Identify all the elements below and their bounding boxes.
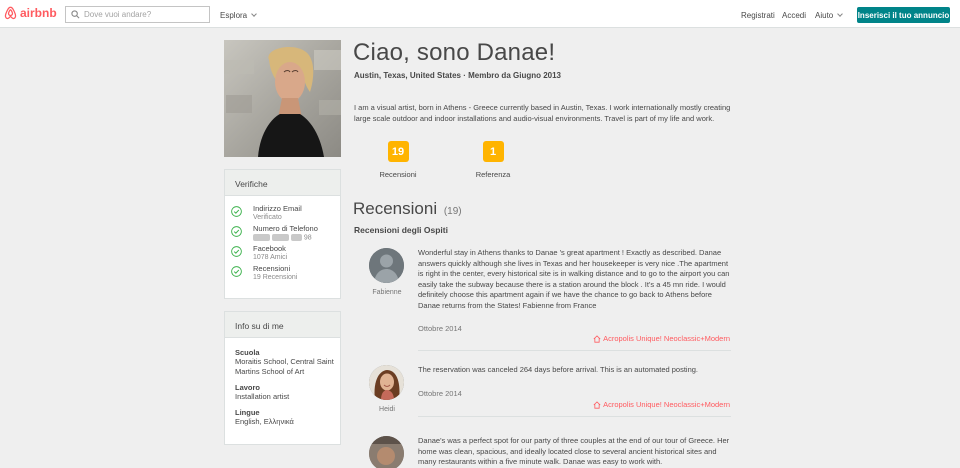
reviews-heading-text: Recensioni: [353, 199, 438, 218]
languages-value: English, Ελληνικά: [235, 417, 294, 426]
check-circle-icon: [231, 246, 242, 257]
review-text: The reservation was canceled 264 days be…: [418, 365, 699, 374]
redacted-digits: [253, 234, 270, 241]
languages-label: Lingue: [235, 408, 260, 417]
search-box[interactable]: [65, 6, 210, 23]
reviewer-name[interactable]: Heidi: [360, 406, 414, 413]
review-listing-link[interactable]: Acropolis Unique! Neoclassic+Modern: [593, 400, 730, 409]
explore-menu[interactable]: Esplora: [220, 11, 257, 20]
verification-email-status: Verificato: [253, 214, 282, 221]
review-listing-name: Acropolis Unique! Neoclassic+Modern: [603, 334, 730, 343]
review-text: Wonderful stay in Athens thanks to Danae…: [418, 248, 730, 310]
search-icon: [71, 10, 80, 19]
school-value: Moraitis School, Central Saint Martins S…: [235, 357, 334, 376]
check-circle-icon: [231, 226, 242, 237]
profile-photo-image: [224, 40, 341, 157]
verification-reviews-title: Recensioni: [253, 264, 291, 273]
about-me-title: Info su di me: [225, 312, 340, 338]
reviews-heading: Recensioni (19): [353, 199, 462, 219]
verifications-title: Verifiche: [225, 170, 340, 196]
references-stat-label: Referenza: [475, 170, 511, 179]
reviews-stat-label: Recensioni: [379, 170, 417, 179]
redacted-digits: [271, 234, 289, 241]
review-divider: [418, 350, 731, 351]
reviewer-avatar[interactable]: [369, 248, 404, 283]
verification-phone: Numero di Telefono 98: [231, 224, 340, 244]
review-divider: [418, 416, 731, 417]
signup-link[interactable]: Registrati: [741, 11, 775, 20]
profile-about: I am a visual artist, born in Athens - G…: [354, 103, 731, 123]
about-me-panel: Info su di me Scuola Moraitis School, Ce…: [224, 311, 341, 445]
profile-name: Ciao, sono Danae!: [353, 39, 556, 66]
work-value: Installation artist: [235, 392, 290, 401]
review-item: Danae's was a perfect spot for our party…: [360, 436, 732, 468]
review-listing-name: Acropolis Unique! Neoclassic+Modern: [603, 400, 730, 409]
reviews-heading-count: (19): [443, 206, 462, 217]
check-circle-icon: [231, 266, 242, 277]
search-input[interactable]: [84, 10, 202, 19]
phone-last-digits: 98: [303, 234, 312, 242]
airbnb-belo-icon: [4, 6, 17, 20]
brand-name: airbnb: [20, 6, 57, 20]
top-navbar: airbnb Esplora Registrati Accedi Aiuto I…: [0, 0, 960, 28]
reviewer-photo: [369, 436, 404, 468]
review-listing-link[interactable]: Acropolis Unique! Neoclassic+Modern: [593, 334, 730, 343]
profile-photo: [224, 40, 341, 157]
airbnb-logo[interactable]: airbnb: [4, 6, 57, 20]
verification-phone-title: Numero di Telefono: [253, 224, 318, 233]
stat-references[interactable]: 1 Referenza: [463, 141, 523, 179]
profile-location: Austin, Texas, United States · Membro da…: [354, 71, 562, 80]
references-count-badge: 1: [482, 141, 504, 162]
help-menu[interactable]: Aiuto: [815, 11, 844, 20]
school-label: Scuola: [235, 348, 260, 357]
verification-reviews: Recensioni 19 Recensioni: [231, 264, 340, 284]
verification-reviews-count: 19 Recensioni: [253, 274, 298, 281]
review-text: Danae's was a perfect spot for our party…: [418, 436, 730, 467]
redacted-digits: [290, 234, 302, 241]
review-item: Fabienne Wonderful stay in Athens thanks…: [360, 248, 732, 352]
default-user-icon: [369, 248, 404, 283]
verification-email: Indirizzo Email Verificato: [231, 204, 340, 224]
work-label: Lavoro: [235, 383, 261, 392]
login-link[interactable]: Accedi: [782, 11, 806, 20]
home-icon: [593, 334, 601, 343]
reviewer-avatar[interactable]: [369, 436, 404, 468]
verification-phone-number: 98: [253, 234, 312, 241]
check-circle-icon: [231, 206, 242, 217]
help-label: Aiuto: [815, 11, 834, 20]
chevron-down-icon: [251, 11, 257, 17]
reviewer-photo: [369, 365, 404, 400]
verification-facebook-title: Facebook: [253, 244, 286, 253]
home-icon: [593, 400, 601, 409]
explore-label: Esplora: [220, 11, 248, 20]
review-item: Heidi The reservation was canceled 264 d…: [360, 365, 732, 421]
review-date: Ottobre 2014: [418, 324, 462, 333]
verification-email-title: Indirizzo Email: [253, 204, 302, 213]
verification-facebook-friends: 1078 Amici: [253, 254, 288, 261]
reviewer-name[interactable]: Fabienne: [360, 289, 414, 296]
verifications-panel: Verifiche Indirizzo Email Verificato Num…: [224, 169, 341, 299]
reviews-count-badge: 19: [387, 141, 409, 162]
verification-facebook: Facebook 1078 Amici: [231, 244, 340, 264]
guest-reviews-subtitle: Recensioni degli Ospiti: [354, 225, 448, 235]
review-date: Ottobre 2014: [418, 389, 462, 398]
reviewer-avatar[interactable]: [369, 365, 404, 400]
host-listing-button[interactable]: Inserisci il tuo annuncio: [857, 7, 950, 23]
stat-reviews[interactable]: 19 Recensioni: [368, 141, 428, 179]
chevron-down-icon: [837, 11, 844, 17]
